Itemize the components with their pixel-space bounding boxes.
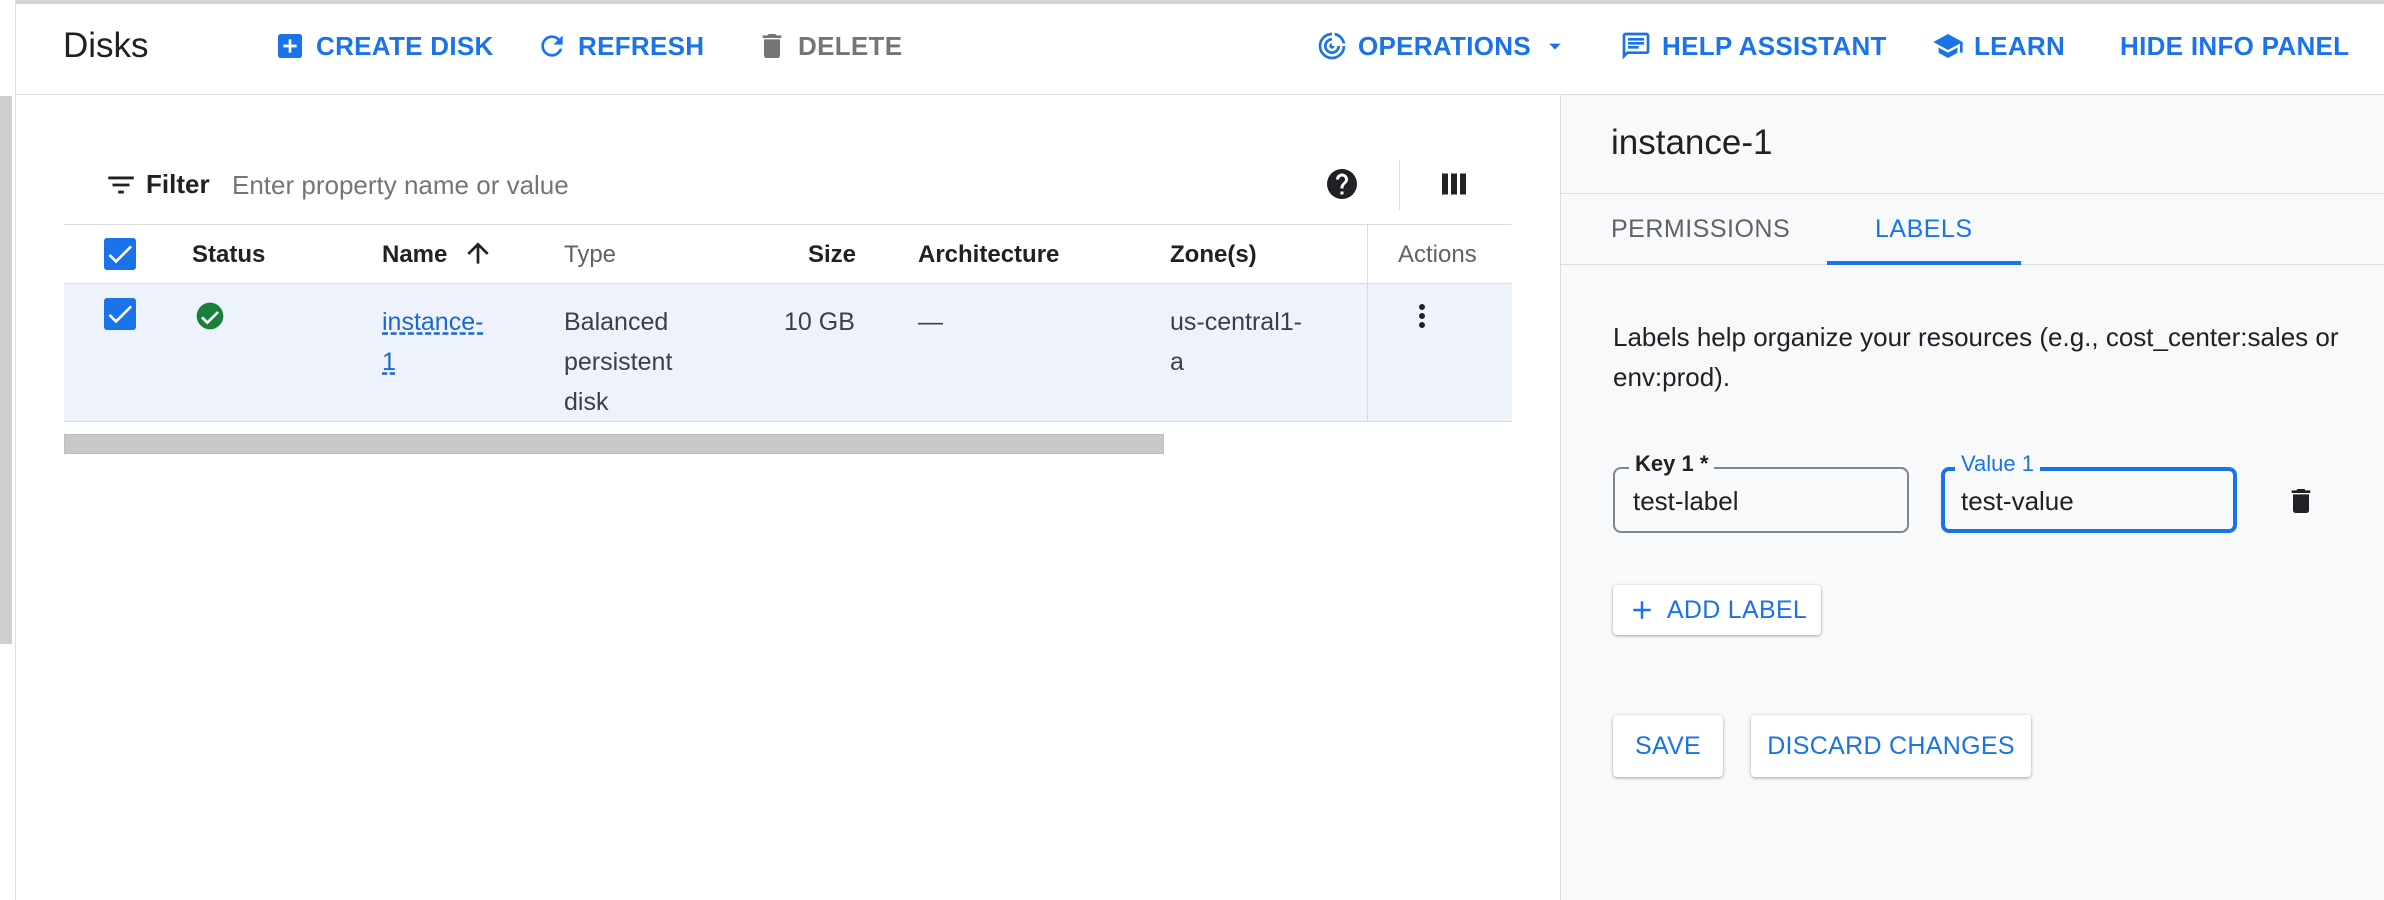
- caret-down-icon: [1549, 43, 1561, 50]
- panel-title: instance-1: [1611, 123, 1773, 162]
- add-box-icon: [278, 34, 302, 58]
- disk-name-line2[interactable]: 1: [382, 348, 396, 376]
- column-type[interactable]: Type: [564, 241, 616, 269]
- refresh-icon: [541, 35, 563, 57]
- left-scrollbar-thumb[interactable]: [0, 96, 12, 644]
- disk-size: 10 GB: [784, 308, 855, 336]
- refresh-button[interactable]: REFRESH: [536, 28, 704, 64]
- delete-label: DELETE: [798, 30, 903, 61]
- delete-button[interactable]: DELETE: [756, 28, 902, 64]
- label-key-label: Key 1 *: [1629, 451, 1715, 477]
- label-value-field[interactable]: Value 1: [1941, 451, 2237, 533]
- table-header: Status Name Type Size Architecture Zone(…: [64, 224, 1512, 284]
- tab-permissions[interactable]: PERMISSIONS: [1611, 194, 1790, 264]
- row-checkbox[interactable]: [104, 298, 136, 330]
- disk-type-line1: Balanced: [564, 308, 669, 336]
- column-size[interactable]: Size: [808, 241, 856, 269]
- column-display-icon[interactable]: [1436, 166, 1472, 202]
- panel-tabs: PERMISSIONS LABELS: [1561, 193, 2384, 265]
- actions-column-divider: [1367, 284, 1368, 421]
- chat-icon: [1622, 32, 1650, 60]
- delete-label-icon[interactable]: [2285, 485, 2317, 517]
- status-ok-icon: [196, 302, 224, 330]
- save-button[interactable]: SAVE: [1613, 715, 1723, 777]
- left-scroll-rail: [0, 0, 16, 900]
- table-horizontal-scrollbar[interactable]: [64, 434, 1164, 454]
- column-status[interactable]: Status: [192, 241, 265, 269]
- add-label-text: ADD LABEL: [1666, 595, 1808, 624]
- filter-label: Filter: [146, 169, 210, 199]
- filter-input[interactable]: [230, 164, 1034, 206]
- discard-changes-button[interactable]: DISCARD CHANGES: [1751, 715, 2031, 777]
- learn-button[interactable]: LEARN: [1932, 28, 2065, 64]
- disk-type-line2: persistent: [564, 348, 673, 376]
- column-name[interactable]: Name: [382, 241, 447, 269]
- disks-table: Status Name Type Size Architecture Zone(…: [64, 224, 1512, 422]
- check-icon: [108, 305, 132, 324]
- column-architecture[interactable]: Architecture: [918, 241, 1059, 269]
- select-all-checkbox[interactable]: [104, 238, 136, 270]
- school-icon: [1933, 34, 1963, 58]
- hide-info-panel-button[interactable]: HIDE INFO PANEL: [2120, 28, 2349, 64]
- check-icon: [108, 245, 132, 264]
- learn-label: LEARN: [1974, 30, 2066, 61]
- help-assistant-label: HELP ASSISTANT: [1662, 30, 1887, 61]
- filter-divider: [1399, 160, 1400, 210]
- label-value-label: Value 1: [1955, 451, 2040, 477]
- column-actions: Actions: [1398, 241, 1477, 268]
- disk-name-link[interactable]: instance- 1: [382, 302, 502, 382]
- info-panel: instance-1 PERMISSIONS LABELS Labels hel…: [1560, 95, 2384, 900]
- filter-list-icon: [108, 176, 134, 194]
- disk-type-line3: disk: [564, 388, 609, 416]
- disk-type: Balanced persistent disk: [564, 302, 704, 422]
- create-disk-button[interactable]: CREATE DISK: [274, 28, 494, 64]
- label-key-input[interactable]: [1631, 483, 1885, 519]
- filter-bar: Filter: [64, 160, 1512, 210]
- page-title: Disks: [63, 26, 149, 65]
- plus-icon: [1633, 601, 1651, 619]
- table-row[interactable]: instance- 1 Balanced persistent disk 10 …: [64, 284, 1512, 422]
- disk-zone-line2: a: [1170, 348, 1184, 376]
- refresh-label: REFRESH: [578, 30, 705, 61]
- column-zones[interactable]: Zone(s): [1170, 241, 1257, 269]
- more-vert-icon[interactable]: [1404, 298, 1440, 334]
- toolbar: Disks CREATE DISK REFRESH DELETE OPERATI…: [16, 0, 2384, 95]
- save-label: SAVE: [1634, 731, 1702, 760]
- operations-label: OPERATIONS: [1358, 30, 1531, 61]
- disk-architecture: —: [918, 308, 943, 336]
- create-disk-label: CREATE DISK: [316, 30, 494, 61]
- discard-changes-label: DISCARD CHANGES: [1767, 731, 2015, 760]
- operations-icon: [1318, 32, 1346, 60]
- labels-description: Labels help organize your resources (e.g…: [1613, 322, 2339, 392]
- help-icon[interactable]: [1324, 166, 1360, 202]
- trash-icon: [762, 34, 782, 58]
- help-assistant-button[interactable]: HELP ASSISTANT: [1620, 28, 1887, 64]
- tab-labels[interactable]: LABELS: [1827, 194, 2020, 265]
- disk-zone-line1: us-central1-: [1170, 308, 1302, 336]
- add-label-button[interactable]: ADD LABEL: [1613, 585, 1821, 635]
- disk-name-line1[interactable]: instance-: [382, 308, 483, 336]
- label-value-input[interactable]: [1959, 483, 2213, 519]
- sort-ascending-icon[interactable]: [462, 237, 494, 269]
- operations-button[interactable]: OPERATIONS: [1316, 28, 1569, 64]
- label-key-field[interactable]: Key 1 *: [1613, 451, 1909, 533]
- disk-zone: us-central1- a: [1170, 302, 1330, 382]
- hide-info-panel-label: HIDE INFO PANEL: [2120, 30, 2350, 61]
- actions-column-divider: [1367, 225, 1368, 283]
